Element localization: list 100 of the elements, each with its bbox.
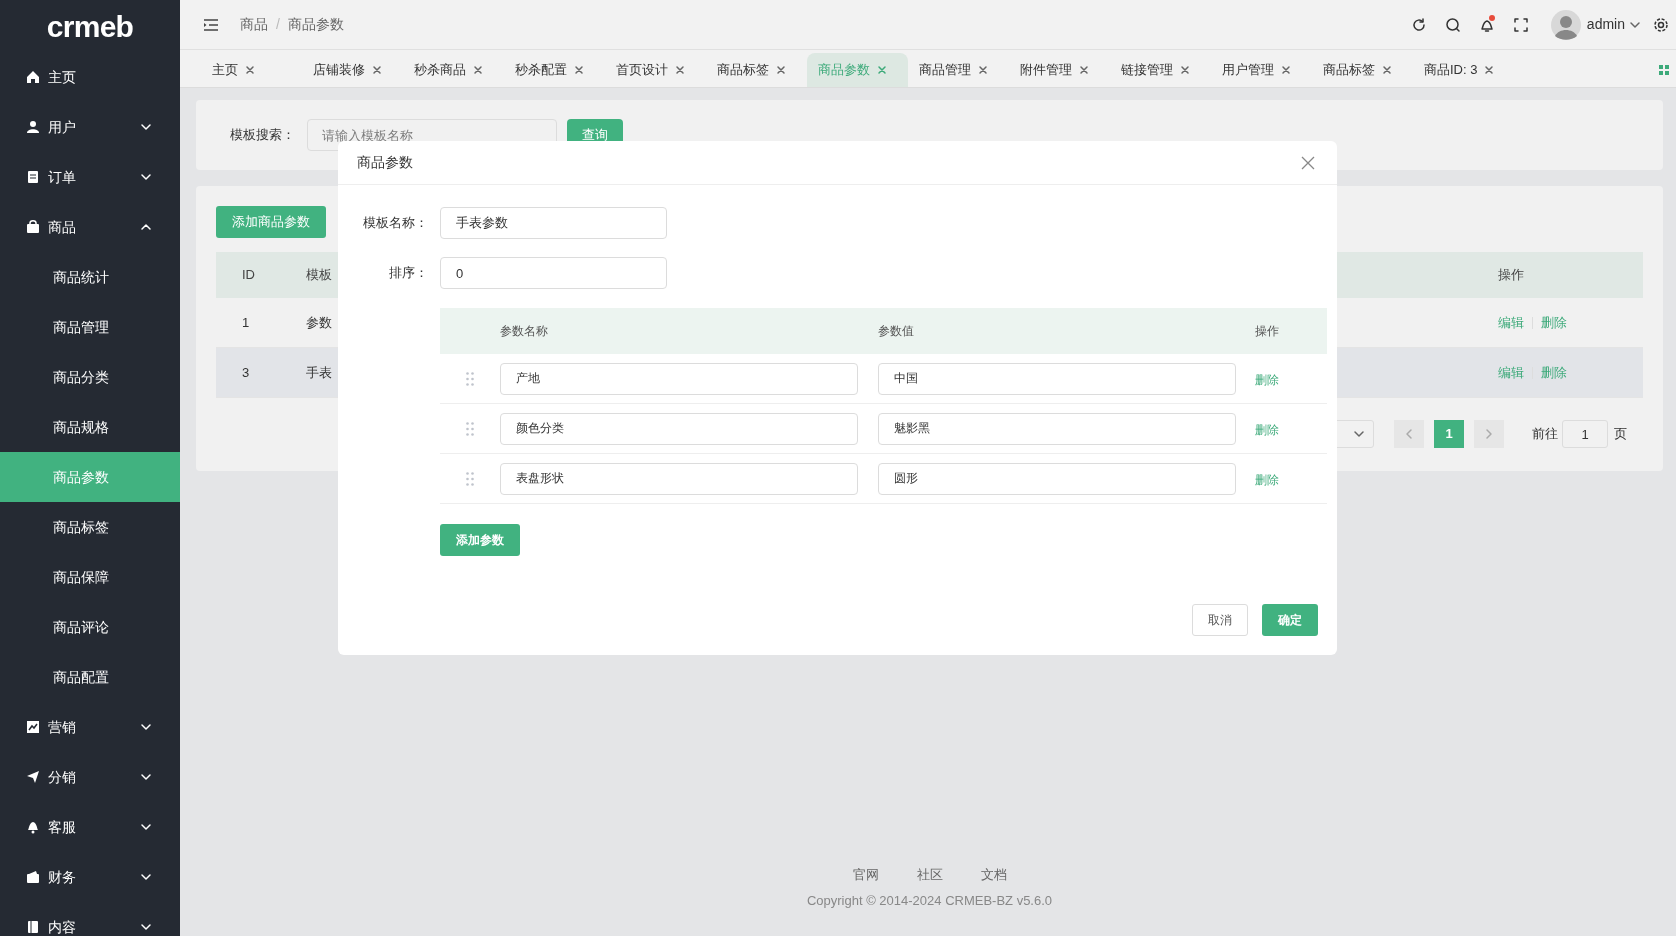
input-field[interactable]: 魅影黑 [878,412,1236,445]
close-icon [574,65,584,75]
logo: crmeb [45,8,135,45]
column-header: ID [242,267,255,283]
previous-page-button[interactable] [1394,420,1424,448]
sidebar-item[interactable]: 商品 [0,202,180,252]
footer-link[interactable]: 文档 [980,865,1007,885]
sidebar-item[interactable]: 营销 [0,702,180,752]
footer-link[interactable]: 社区 [916,865,943,885]
cancel-button[interactable]: 取消 [1192,604,1248,636]
next-page-button[interactable] [1474,420,1504,448]
tab[interactable]: 商品标签 [1312,53,1413,87]
breadcrumb-separator: / [276,15,280,34]
sidebar-item[interactable]: 分销 [0,752,180,802]
jump-label: 前往 [1532,425,1558,444]
wallet-icon [26,870,40,884]
chevron-left-icon [1403,428,1415,440]
tab[interactable]: 秒杀商品 [403,53,504,87]
sidebar-item[interactable]: 客服 [0,802,180,852]
input-field[interactable]: 表盘形状 [500,462,858,495]
close-icon [1281,65,1291,75]
input-field[interactable]: 圆形 [878,462,1236,495]
settings-icon [1653,16,1669,33]
fullscreen-icon [1512,16,1529,33]
jump-suffix: 页 [1614,425,1627,444]
chevron-right-icon [1483,428,1495,440]
input-field[interactable]: 0 [440,257,667,289]
sidebar-subitem[interactable]: 商品标签 [0,502,180,552]
tab[interactable]: 商品管理 [908,53,1009,87]
close-icon [978,65,988,75]
user-icon [26,120,40,134]
home-icon [26,70,40,84]
grid-icon [1659,65,1669,75]
copyright-text: Copyright © 2014-2024 CRMEB-BZ v5.6.0 [806,891,1053,910]
sidebar-item[interactable]: 内容 [0,902,180,936]
column-header: 操作 [1498,267,1524,283]
drag-handle-icon [466,371,474,386]
tab[interactable]: 首页设计 [605,53,706,87]
close-icon [1484,65,1495,75]
page-input[interactable]: 1 [1562,420,1608,448]
close-icon [877,65,887,75]
input-field[interactable]: 产地 [500,362,858,395]
close-icon [473,65,483,75]
chevron-down-icon [1353,428,1365,440]
input-field[interactable]: 颜色分类 [500,412,858,445]
sidebar-subitem[interactable]: 商品管理 [0,302,180,352]
sidebar-item[interactable]: 主页 [0,52,180,102]
field-label: 排序： [388,264,428,283]
drag-handle-icon [466,421,474,436]
close-icon [372,65,382,75]
tab[interactable]: 用户管理 [1211,53,1312,87]
footer-link[interactable]: 官网 [852,865,879,885]
table-cell: 参数 [306,314,332,330]
input-field[interactable]: 中国 [878,362,1236,395]
input-field[interactable]: 手表参数 [440,207,667,239]
drag-handle-icon [466,471,474,486]
close-icon [1301,155,1315,170]
bell-icon [26,820,40,834]
table-cell: 1 [242,314,250,330]
tab[interactable]: 主页 [201,53,302,87]
close-icon [1382,65,1392,75]
menu-icon [203,17,219,32]
user-name[interactable]: admin [1586,14,1625,35]
column-header: 参数值 [878,323,915,340]
sidebar-subitem[interactable]: 商品规格 [0,402,180,452]
field-label: 模板名称： [362,214,428,233]
close-icon [1079,65,1089,75]
bag-icon [26,220,40,234]
column-header: 模板 [306,267,332,283]
avatar-icon [1550,9,1581,40]
tab[interactable]: 商品标签 [706,53,807,87]
close-icon [675,65,685,75]
refresh-icon [1410,16,1427,33]
sidebar-item[interactable]: 订单 [0,152,180,202]
column-header: 操作 [1255,323,1280,340]
sidebar-item[interactable]: 用户 [0,102,180,152]
close-icon [1180,65,1190,75]
sidebar-subitem[interactable]: 商品统计 [0,252,180,302]
tab[interactable]: 秒杀配置 [504,53,605,87]
sidebar-item[interactable]: 财务 [0,852,180,902]
breadcrumb-item[interactable]: 商品参数 [287,14,344,35]
field-label: 模板搜索： [230,126,295,145]
document-icon [26,170,40,184]
close-icon [245,65,255,75]
sidebar-subitem[interactable]: 商品保障 [0,552,180,602]
dialog-title: 商品参数 [357,153,413,172]
tab[interactable]: 店铺装修 [302,53,403,87]
tab[interactable]: 商品ID: 3 [1413,53,1514,87]
sidebar-subitem[interactable]: 商品评论 [0,602,180,652]
table-cell: 3 [242,364,250,380]
sidebar-subitem[interactable]: 商品分类 [0,352,180,402]
column-header: 参数名称 [500,323,549,340]
close-icon [776,65,786,75]
breadcrumb-item[interactable]: 商品 [240,14,268,35]
tab[interactable]: 链接管理 [1110,53,1211,87]
table-cell: 手表 [306,364,332,380]
sidebar-subitem[interactable]: 商品配置 [0,652,180,702]
tab[interactable]: 附件管理 [1009,53,1110,87]
search-icon [1444,16,1461,33]
paper-plane-icon [26,770,40,784]
